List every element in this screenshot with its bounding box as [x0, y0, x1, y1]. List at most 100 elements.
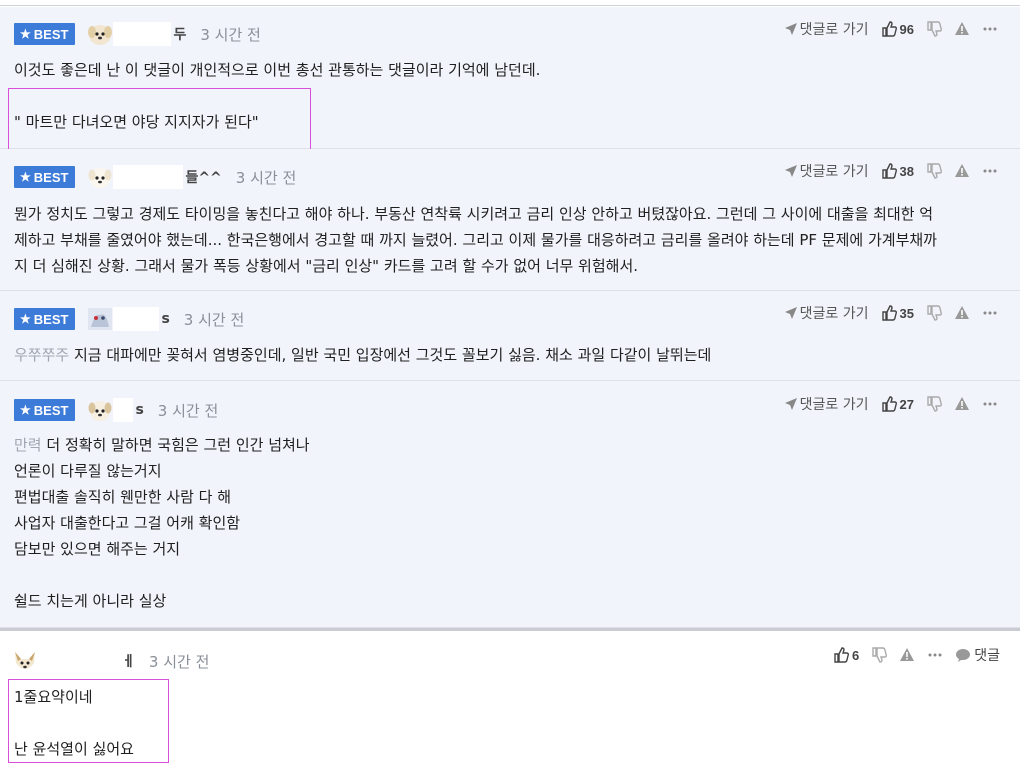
reply-label: 댓글 [974, 648, 1000, 664]
comment-actions: 댓글로 가기 35 [772, 303, 998, 323]
comment-time: 3 시간 전 [183, 310, 245, 329]
user-avatar[interactable] [12, 649, 38, 673]
comment-line: 만력 더 정확히 말하면 국힘은 그런 인간 넘쳐나 [14, 432, 1002, 458]
thumbs-up-icon [881, 305, 897, 321]
comment-meta: ★ BEST 들^^ 3 시간 전 [14, 165, 296, 189]
more-menu-button[interactable] [982, 21, 998, 37]
goto-comment-link[interactable]: 댓글로 가기 [784, 303, 869, 323]
comment-time: 3 시간 전 [235, 168, 297, 187]
dislike-button[interactable] [926, 396, 942, 412]
star-icon: ★ [20, 403, 31, 417]
username[interactable]: 들^^ [185, 167, 221, 187]
comment-line: 이것도 좋은데 난 이 댓글이 개인적으로 이번 총선 관통하는 댓글이라 기억… [14, 61, 541, 79]
best-badge: ★ BEST [14, 399, 76, 421]
dislike-button[interactable] [871, 647, 888, 663]
reply-mention[interactable]: 만력 [14, 436, 42, 454]
more-menu-button[interactable] [927, 647, 943, 663]
star-icon: ★ [20, 27, 31, 41]
thumbs-down-icon [927, 396, 942, 412]
more-dots-icon [983, 27, 997, 31]
goto-comment-label: 댓글로 가기 [799, 306, 869, 322]
goto-comment-label: 댓글로 가기 [799, 22, 869, 38]
goto-comment-label: 댓글로 가기 [799, 397, 869, 413]
like-button[interactable]: 38 [881, 163, 914, 179]
dislike-button[interactable] [926, 163, 942, 179]
top-divider [0, 0, 1020, 6]
username[interactable]: s [135, 402, 143, 418]
highlight-box [8, 679, 169, 763]
like-button[interactable]: 6 [833, 647, 859, 663]
comment: ㅔ 3 시간 전 6 댓글 1줄요약이네 난 윤석열이 싫어요 [0, 628, 1020, 774]
like-button[interactable]: 96 [881, 21, 914, 37]
comment-body: 우쭈쭈주 지금 대파에만 꽂혀서 염병중인데, 일반 국민 입장에선 그것도 꼴… [14, 342, 1002, 368]
more-dots-icon [928, 653, 942, 657]
username[interactable]: ㅔ [122, 651, 135, 671]
comment-meta: ★ BEST 두 3 시간 전 [14, 22, 261, 46]
best-badge-label: BEST [33, 169, 69, 185]
reply-button[interactable]: 댓글 [955, 645, 1000, 665]
more-dots-icon [983, 311, 997, 315]
user-avatar[interactable] [87, 307, 113, 331]
username-redacted [113, 307, 160, 331]
reply-mention[interactable]: 우쭈쭈주 [14, 346, 69, 364]
dislike-button[interactable] [926, 305, 942, 321]
username[interactable]: s [161, 311, 169, 327]
star-icon: ★ [20, 170, 31, 184]
goto-comment-label: 댓글로 가기 [799, 164, 869, 180]
like-count: 38 [899, 163, 914, 179]
more-dots-icon [983, 402, 997, 406]
report-button[interactable] [954, 21, 970, 37]
comment-actions: 댓글로 가기 38 [772, 161, 998, 181]
speech-bubble-icon [956, 649, 971, 662]
comment-text: 더 정확히 말하면 국힘은 그런 인간 넘쳐나 [46, 436, 310, 454]
warning-icon [900, 648, 915, 661]
comment-actions: 6 댓글 [821, 645, 1000, 665]
best-badge-label: BEST [33, 26, 69, 42]
comment-meta: ㅔ 3 시간 전 [12, 649, 209, 673]
comment-line: 쉴드 치는게 아니라 실상 [14, 592, 167, 610]
warning-icon [955, 164, 969, 177]
username[interactable]: 두 [173, 24, 186, 44]
comment-line [14, 562, 1002, 588]
comment-text: 지금 대파에만 꽂혀서 염병중인데, 일반 국민 입장에선 그것도 꼴보기 싫음… [73, 346, 712, 364]
thumbs-up-icon [881, 396, 897, 412]
warning-icon [955, 397, 969, 410]
like-count: 27 [899, 396, 914, 412]
more-menu-button[interactable] [982, 305, 998, 321]
like-button[interactable]: 27 [881, 396, 914, 412]
comment-line: 편법대출 솔직히 웬만한 사람 다 해 [14, 488, 232, 506]
more-menu-button[interactable] [982, 163, 998, 179]
highlight-box [8, 88, 311, 150]
best-badge: ★ BEST [14, 308, 76, 330]
best-badge: ★ BEST [14, 166, 76, 188]
goto-comment-link[interactable]: 댓글로 가기 [784, 161, 869, 181]
more-menu-button[interactable] [982, 396, 998, 412]
report-button[interactable] [954, 305, 970, 321]
like-count: 6 [852, 647, 860, 663]
username-redacted [38, 649, 120, 673]
star-icon: ★ [20, 312, 31, 326]
user-avatar[interactable] [87, 165, 113, 189]
report-button[interactable] [899, 647, 915, 663]
goto-comment-link[interactable]: 댓글로 가기 [784, 394, 869, 414]
best-badge-label: BEST [33, 402, 69, 418]
goto-comment-link[interactable]: 댓글로 가기 [784, 19, 869, 39]
comment-body: 만력 더 정확히 말하면 국힘은 그런 인간 넘쳐나 언론이 다루질 않는거지 … [14, 432, 1002, 614]
like-button[interactable]: 35 [881, 305, 914, 321]
comment-line: 뭔가 정치도 그렇고 경제도 타이밍을 놓친다고 해야 하나. 부동산 연착륙 … [14, 205, 934, 223]
comment-time: 3 시간 전 [148, 652, 210, 671]
report-button[interactable] [954, 396, 970, 412]
dislike-button[interactable] [926, 21, 942, 37]
send-arrow-icon [784, 398, 797, 410]
report-button[interactable] [954, 163, 970, 179]
comment-body: 뭔가 정치도 그렇고 경제도 타이밍을 놓친다고 해야 하나. 부동산 연착륙 … [14, 201, 1002, 279]
warning-icon [955, 22, 969, 35]
comment-time: 3 시간 전 [157, 401, 219, 420]
comment-line: 제하고 부채를 줄였어야 했는데... 한국은행에서 경고할 때 까지 늘렸어.… [14, 231, 937, 249]
warning-icon [955, 306, 969, 319]
user-avatar[interactable] [87, 398, 113, 422]
send-arrow-icon [784, 23, 797, 35]
user-avatar[interactable] [87, 22, 113, 46]
best-comment: ★ BEST s 3 시간 전 댓글로 가기 35 우쭈쭈주 지금 대파에만 꽂혀… [0, 291, 1020, 381]
comment-line: 담보만 있으면 해주는 거지 [14, 540, 181, 558]
